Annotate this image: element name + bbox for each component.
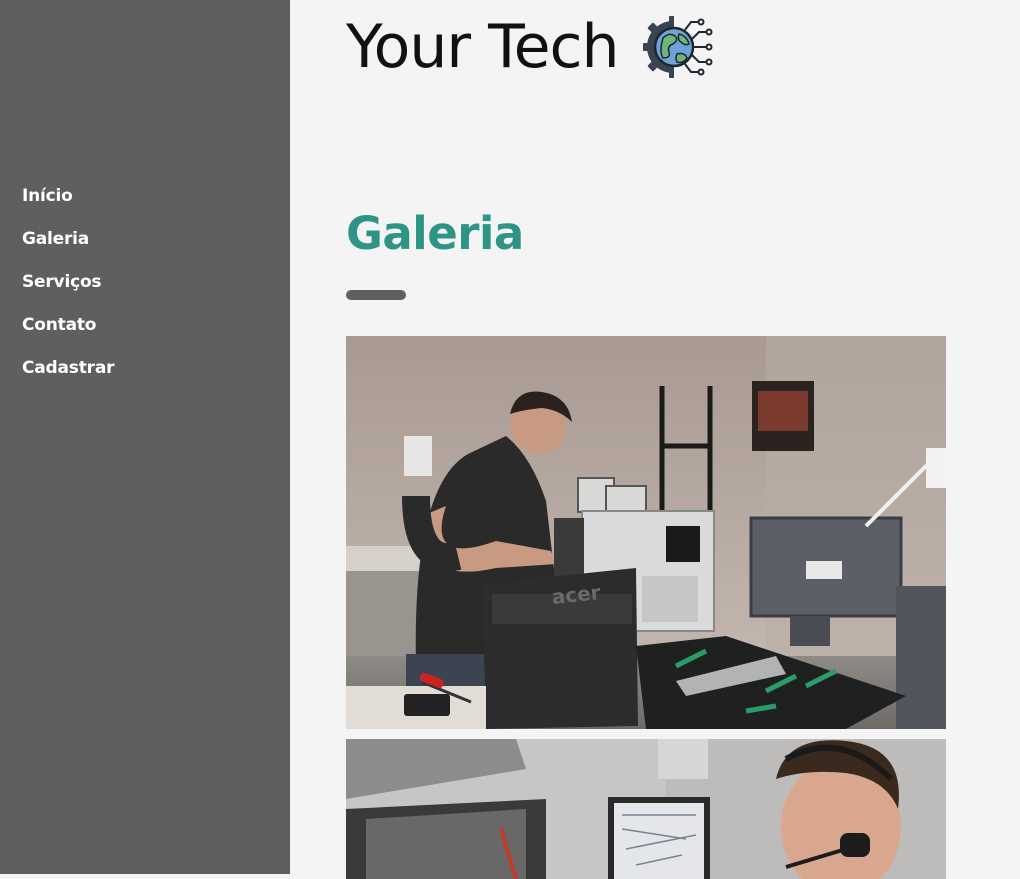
nav-item-inicio: Início: [22, 184, 114, 227]
brand-name: Your Tech: [346, 12, 620, 82]
nav-item-contato: Contato: [22, 313, 114, 356]
gallery-photo-support-agent: [346, 739, 946, 879]
globe-gear-circuit-icon: [642, 14, 715, 80]
brand-header[interactable]: Your Tech: [346, 10, 715, 84]
gallery-photo-technician-workshop: acer: [346, 336, 946, 729]
nav-link-cadastrar[interactable]: Cadastrar: [22, 358, 114, 378]
nav-link-servicos[interactable]: Serviços: [22, 272, 102, 292]
title-underline: [346, 290, 406, 300]
nav-link-galeria[interactable]: Galeria: [22, 229, 89, 249]
acer-label: acer: [551, 580, 602, 609]
nav-link-contato[interactable]: Contato: [22, 315, 96, 335]
main-content: Your Tech Galeria acer: [290, 0, 1020, 879]
nav-item-servicos: Serviços: [22, 270, 114, 313]
page-title: Galeria: [346, 207, 524, 260]
sidebar-nav: Início Galeria Serviços Contato Cadastra…: [22, 184, 114, 399]
nav-item-galeria: Galeria: [22, 227, 114, 270]
nav-item-cadastrar: Cadastrar: [22, 356, 114, 399]
sidebar: Início Galeria Serviços Contato Cadastra…: [0, 0, 290, 874]
nav-link-inicio[interactable]: Início: [22, 186, 73, 206]
